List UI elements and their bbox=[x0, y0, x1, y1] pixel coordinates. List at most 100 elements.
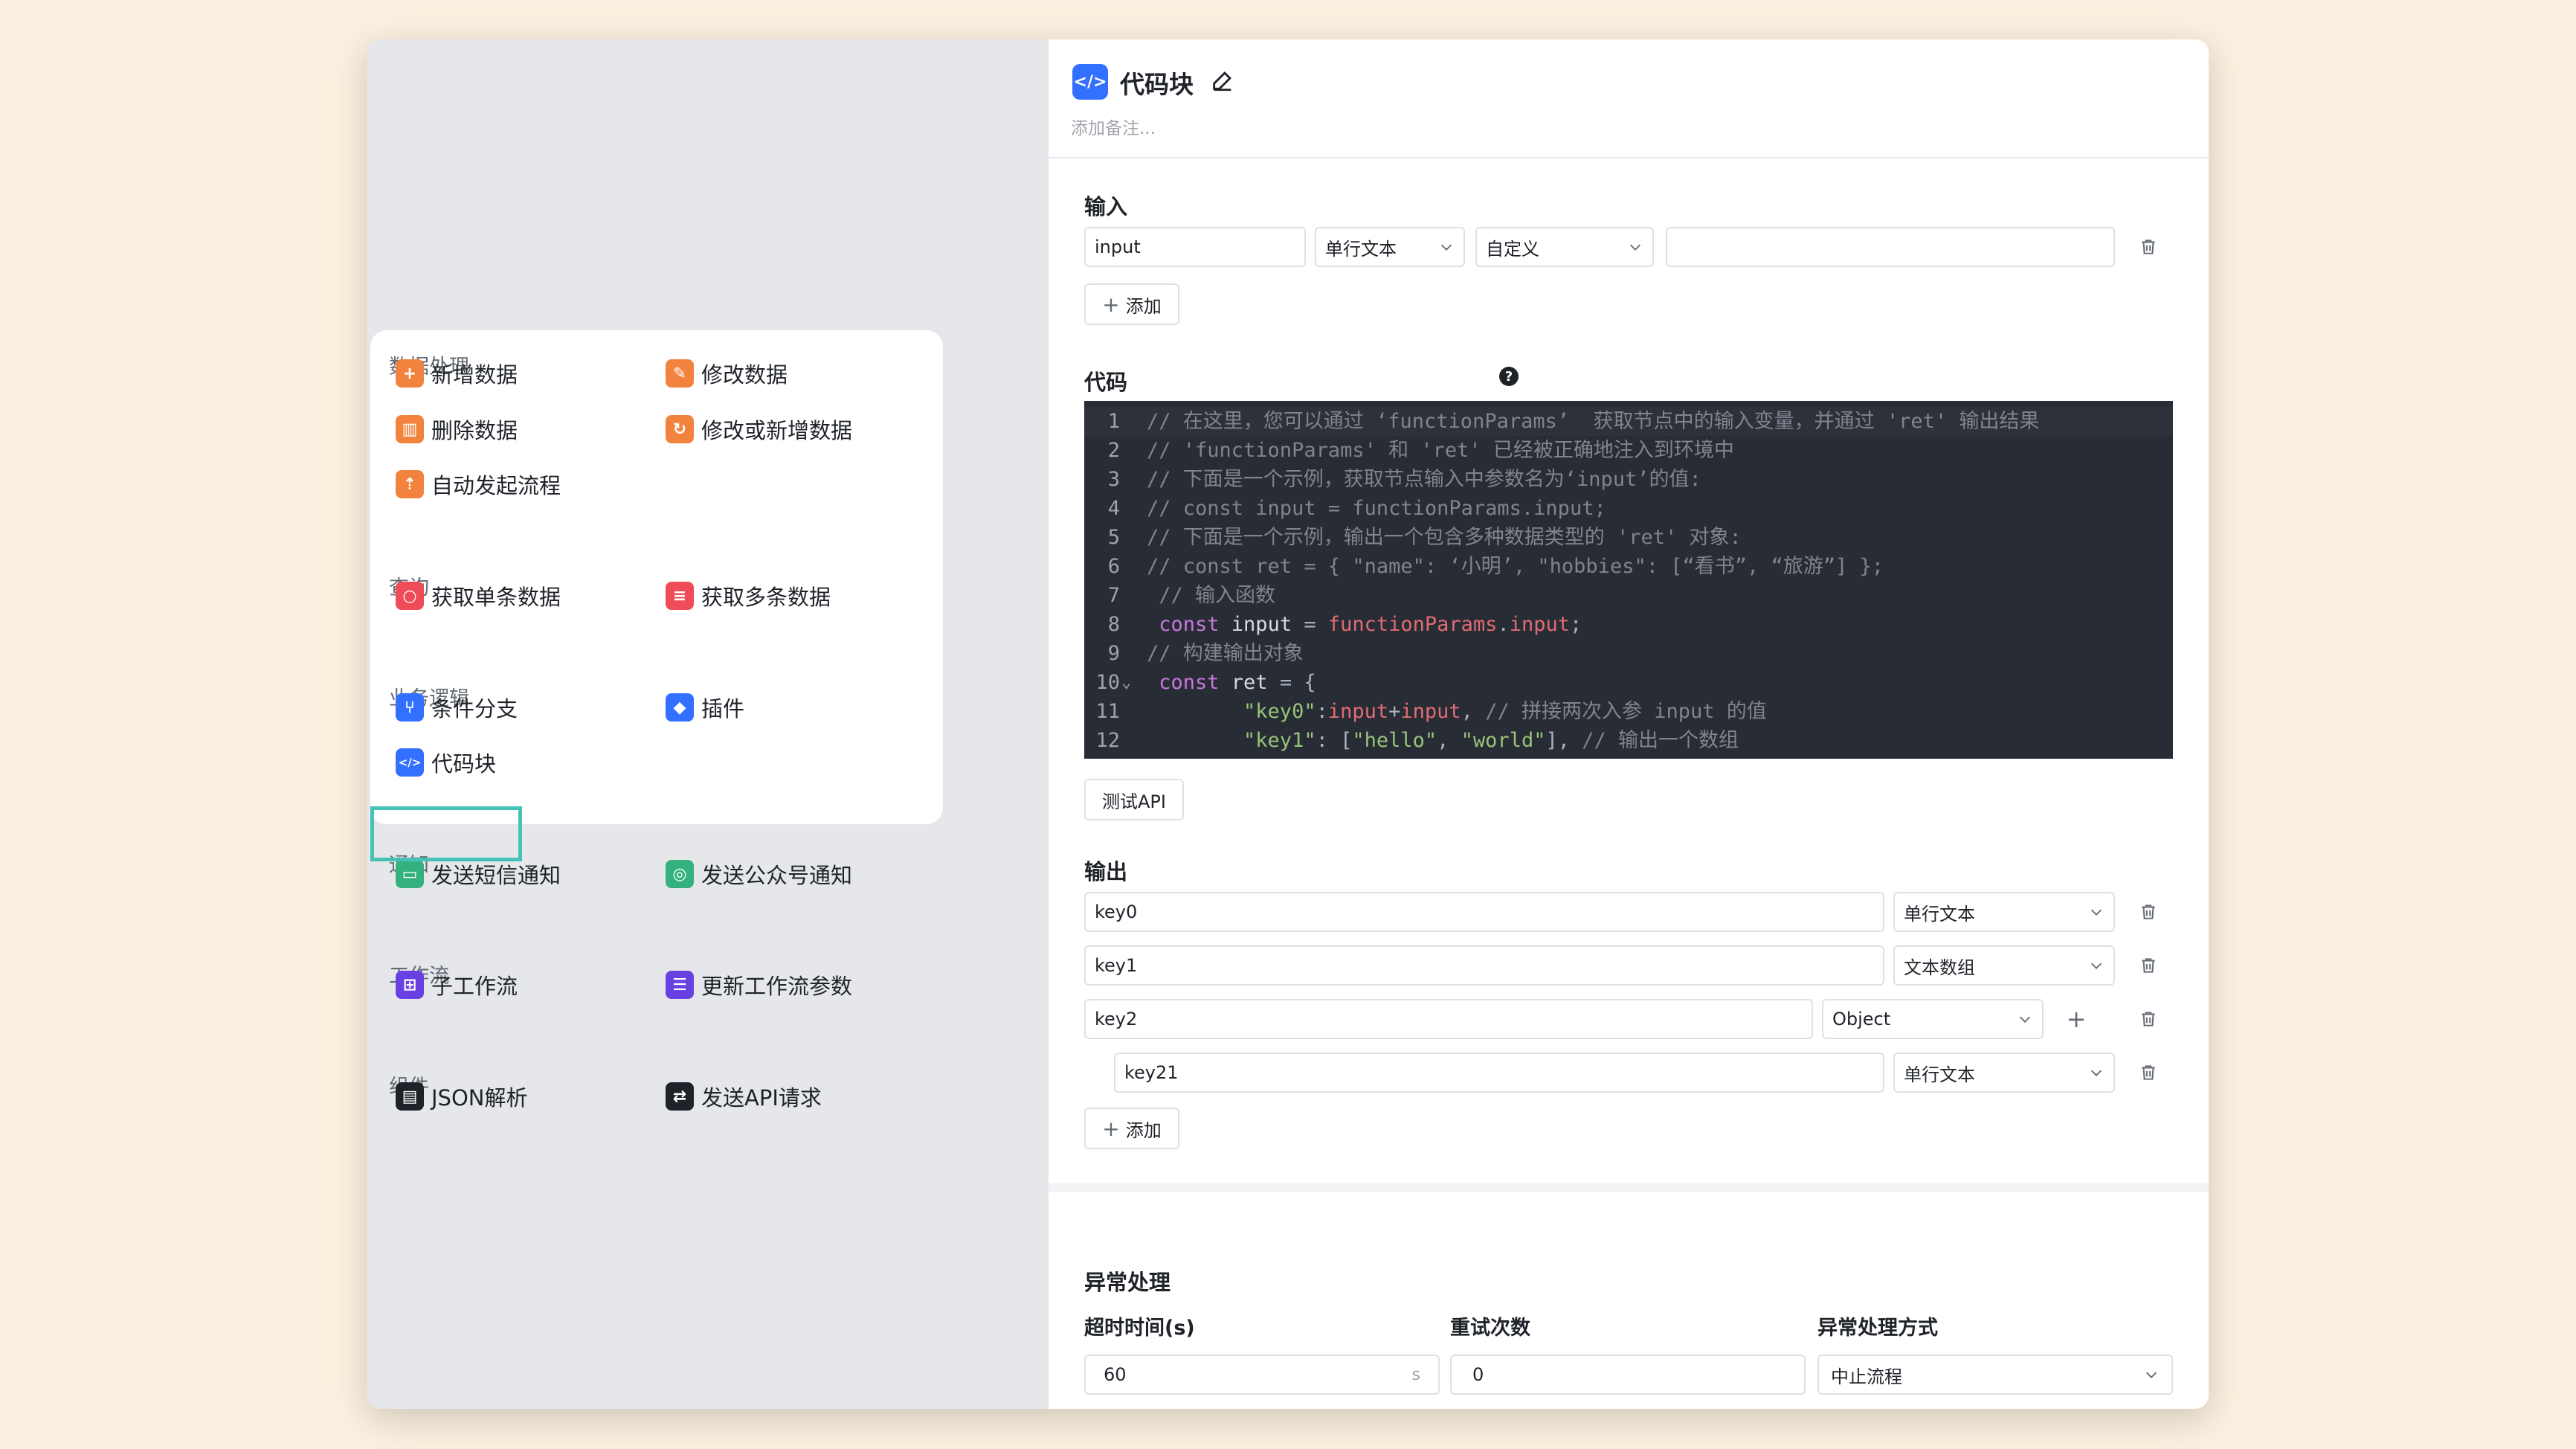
api-icon: ⇄ bbox=[666, 1082, 694, 1111]
node-item-code[interactable]: </> 代码块 bbox=[396, 745, 496, 780]
code-icon: </> bbox=[1072, 64, 1108, 100]
node-item-label: 发送公众号通知 bbox=[701, 863, 853, 888]
output-type-select[interactable]: 单行文本 bbox=[1893, 892, 2115, 932]
code-token: functionParams bbox=[1327, 613, 1498, 636]
code-token: // 'functionParams' 和 'ret' 已经被正确地注入到环境中 bbox=[1147, 439, 1734, 462]
node-item-file-edit[interactable]: ✎ 修改数据 bbox=[666, 356, 788, 391]
code-token: const bbox=[1147, 613, 1231, 636]
node-item-label: 发送API请求 bbox=[701, 1085, 822, 1111]
output-name-field[interactable]: key0 bbox=[1084, 892, 1884, 932]
code-editor[interactable]: 1 // 在这里，您可以通过 ‘functionParams’ 获取节点中的输入变… bbox=[1084, 401, 2173, 759]
json-icon: ▤ bbox=[396, 1082, 424, 1111]
input-value-field[interactable] bbox=[1666, 227, 2115, 267]
line-number: 6 bbox=[1107, 555, 1120, 578]
node-item-search[interactable]: ○ 获取单条数据 bbox=[396, 579, 561, 613]
trash-icon[interactable] bbox=[2134, 951, 2163, 980]
code-line[interactable]: 10 ⌄ const ret = { bbox=[1084, 668, 2173, 697]
add-output-button[interactable]: + 添加 bbox=[1084, 1108, 1179, 1149]
file-add-icon: + bbox=[396, 359, 424, 388]
trash-icon[interactable] bbox=[2134, 1005, 2163, 1033]
code-token: ], bbox=[1545, 729, 1582, 752]
input-source-select[interactable]: 自定义 bbox=[1475, 227, 1654, 267]
code-line[interactable]: 12 "key1": ["hello", "world"], // 输出一个数组 bbox=[1084, 726, 2173, 755]
code-text: // 下面是一个示例，获取节点输入中参数名为‘input’的值: bbox=[1147, 465, 1701, 494]
node-item-cube[interactable]: ◆ 插件 bbox=[666, 690, 744, 724]
trash-icon: ▥ bbox=[396, 415, 424, 443]
trash-icon[interactable] bbox=[2134, 233, 2163, 261]
node-item-label: 自动发起流程 bbox=[431, 473, 561, 498]
timeout-label: 超时时间(s) bbox=[1084, 1317, 1195, 1340]
output-child-type-select[interactable]: 单行文本 bbox=[1893, 1053, 2115, 1093]
trash-icon[interactable] bbox=[2134, 1058, 2163, 1087]
add-child-icon[interactable]: + bbox=[2062, 1005, 2090, 1033]
output-name-field[interactable]: key1 bbox=[1084, 945, 1884, 986]
retry-label: 重试次数 bbox=[1450, 1317, 1530, 1340]
node-item-branch[interactable]: ⑂ 条件分支 bbox=[396, 690, 518, 724]
code-text: "key1": ["hello", "world"], // 输出一个数组 bbox=[1147, 726, 1739, 755]
line-number: 9 bbox=[1107, 642, 1120, 665]
selected-item-highlight bbox=[370, 806, 522, 861]
node-item-subflow[interactable]: ⊞ 子工作流 bbox=[396, 968, 518, 1002]
output-name-field[interactable]: key2 bbox=[1084, 999, 1813, 1039]
code-token: + bbox=[1388, 700, 1401, 723]
code-line[interactable]: 2 // 'functionParams' 和 'ret' 已经被正确地注入到环境… bbox=[1084, 436, 2173, 465]
cube-icon: ◆ bbox=[666, 693, 694, 722]
input-type-select[interactable]: 单行文本 bbox=[1315, 227, 1465, 267]
node-item-label: 子工作流 bbox=[431, 974, 518, 999]
error-mode-select[interactable]: 中止流程 bbox=[1817, 1355, 2173, 1395]
stack-search-icon: ≡ bbox=[666, 582, 694, 610]
add-input-button[interactable]: + 添加 bbox=[1084, 283, 1179, 325]
retry-input[interactable]: 0 bbox=[1450, 1355, 1806, 1395]
code-line[interactable]: 1 // 在这里，您可以通过 ‘functionParams’ 获取节点中的输入变… bbox=[1084, 407, 2173, 436]
section-divider bbox=[1049, 1183, 2209, 1192]
panel-title: 代码块 bbox=[1120, 70, 1194, 99]
code-token: input bbox=[1400, 700, 1461, 723]
code-line[interactable]: 8 const input = functionParams.input; bbox=[1084, 610, 2173, 639]
add-note-field[interactable]: 添加备注... bbox=[1071, 114, 1156, 139]
code-token: // const ret = { "name": ‘小明’, "hobbies"… bbox=[1147, 555, 1884, 578]
chevron-down-icon bbox=[2090, 909, 2102, 916]
node-item-json[interactable]: ▤ JSON解析 bbox=[396, 1079, 527, 1114]
node-item-file-sync[interactable]: ↻ 修改或新增数据 bbox=[666, 412, 852, 446]
output-type-select[interactable]: 文本数组 bbox=[1893, 945, 2115, 986]
panel-header: </> 代码块 添加备注... bbox=[1049, 39, 2209, 158]
code-line[interactable]: 5 // 下面是一个示例，输出一个包含多种数据类型的 'ret' 对象: bbox=[1084, 523, 2173, 552]
node-item-stack-search[interactable]: ≡ 获取多条数据 bbox=[666, 579, 831, 613]
line-number: 8 bbox=[1107, 613, 1120, 636]
code-line[interactable]: 6 // const ret = { "name": ‘小明’, "hobbies… bbox=[1084, 552, 2173, 581]
code-token: = bbox=[1304, 613, 1328, 636]
code-line[interactable]: 11 "key0":input+input, // 拼接两次入参 input 的… bbox=[1084, 697, 2173, 726]
input-name-field[interactable]: input bbox=[1084, 227, 1306, 267]
node-item-trash[interactable]: ▥ 删除数据 bbox=[396, 412, 518, 446]
line-number: 5 bbox=[1107, 526, 1120, 549]
timeout-input[interactable]: 60 s bbox=[1084, 1355, 1440, 1395]
help-icon[interactable]: ? bbox=[1499, 367, 1519, 386]
code-line[interactable]: 4 // const input = functionParams.input; bbox=[1084, 494, 2173, 523]
code-line[interactable]: 3 // 下面是一个示例，获取节点输入中参数名为‘input’的值: bbox=[1084, 465, 2173, 494]
fold-chevron-icon[interactable]: ⌄ bbox=[1121, 668, 1131, 697]
trash-icon[interactable] bbox=[2134, 898, 2163, 926]
node-item-sliders[interactable]: ☰ 更新工作流参数 bbox=[666, 968, 852, 1002]
test-api-button[interactable]: 测试API bbox=[1084, 779, 1184, 820]
code-text: // 构建输出对象 bbox=[1147, 639, 1304, 668]
node-item-label: 更新工作流参数 bbox=[701, 974, 853, 999]
code-token: "world" bbox=[1461, 729, 1546, 752]
code-token: const bbox=[1147, 671, 1231, 694]
file-sync-icon: ↻ bbox=[666, 415, 694, 443]
output-section-title: 输出 bbox=[1084, 859, 1128, 884]
node-item-launch[interactable]: ⇡ 自动发起流程 bbox=[396, 467, 561, 501]
code-token: . bbox=[1497, 613, 1510, 636]
code-token: : bbox=[1316, 700, 1328, 723]
code-line[interactable]: 9 // 构建输出对象 bbox=[1084, 639, 2173, 668]
output-child-name-field[interactable]: key21 bbox=[1114, 1053, 1884, 1093]
node-item-label: 修改数据 bbox=[701, 362, 788, 388]
edit-icon[interactable] bbox=[1210, 68, 1235, 93]
node-item-wechat[interactable]: ◎ 发送公众号通知 bbox=[666, 857, 852, 891]
node-item-api[interactable]: ⇄ 发送API请求 bbox=[666, 1079, 822, 1114]
node-item-file-add[interactable]: + 新增数据 bbox=[396, 356, 518, 391]
code-line[interactable]: 7 // 输入函数 bbox=[1084, 581, 2173, 610]
sms-icon: ▭ bbox=[396, 860, 424, 888]
node-item-label: 修改或新增数据 bbox=[701, 418, 853, 443]
node-item-sms[interactable]: ▭ 发送短信通知 bbox=[396, 857, 561, 891]
output-type-select[interactable]: Object bbox=[1822, 999, 2044, 1039]
